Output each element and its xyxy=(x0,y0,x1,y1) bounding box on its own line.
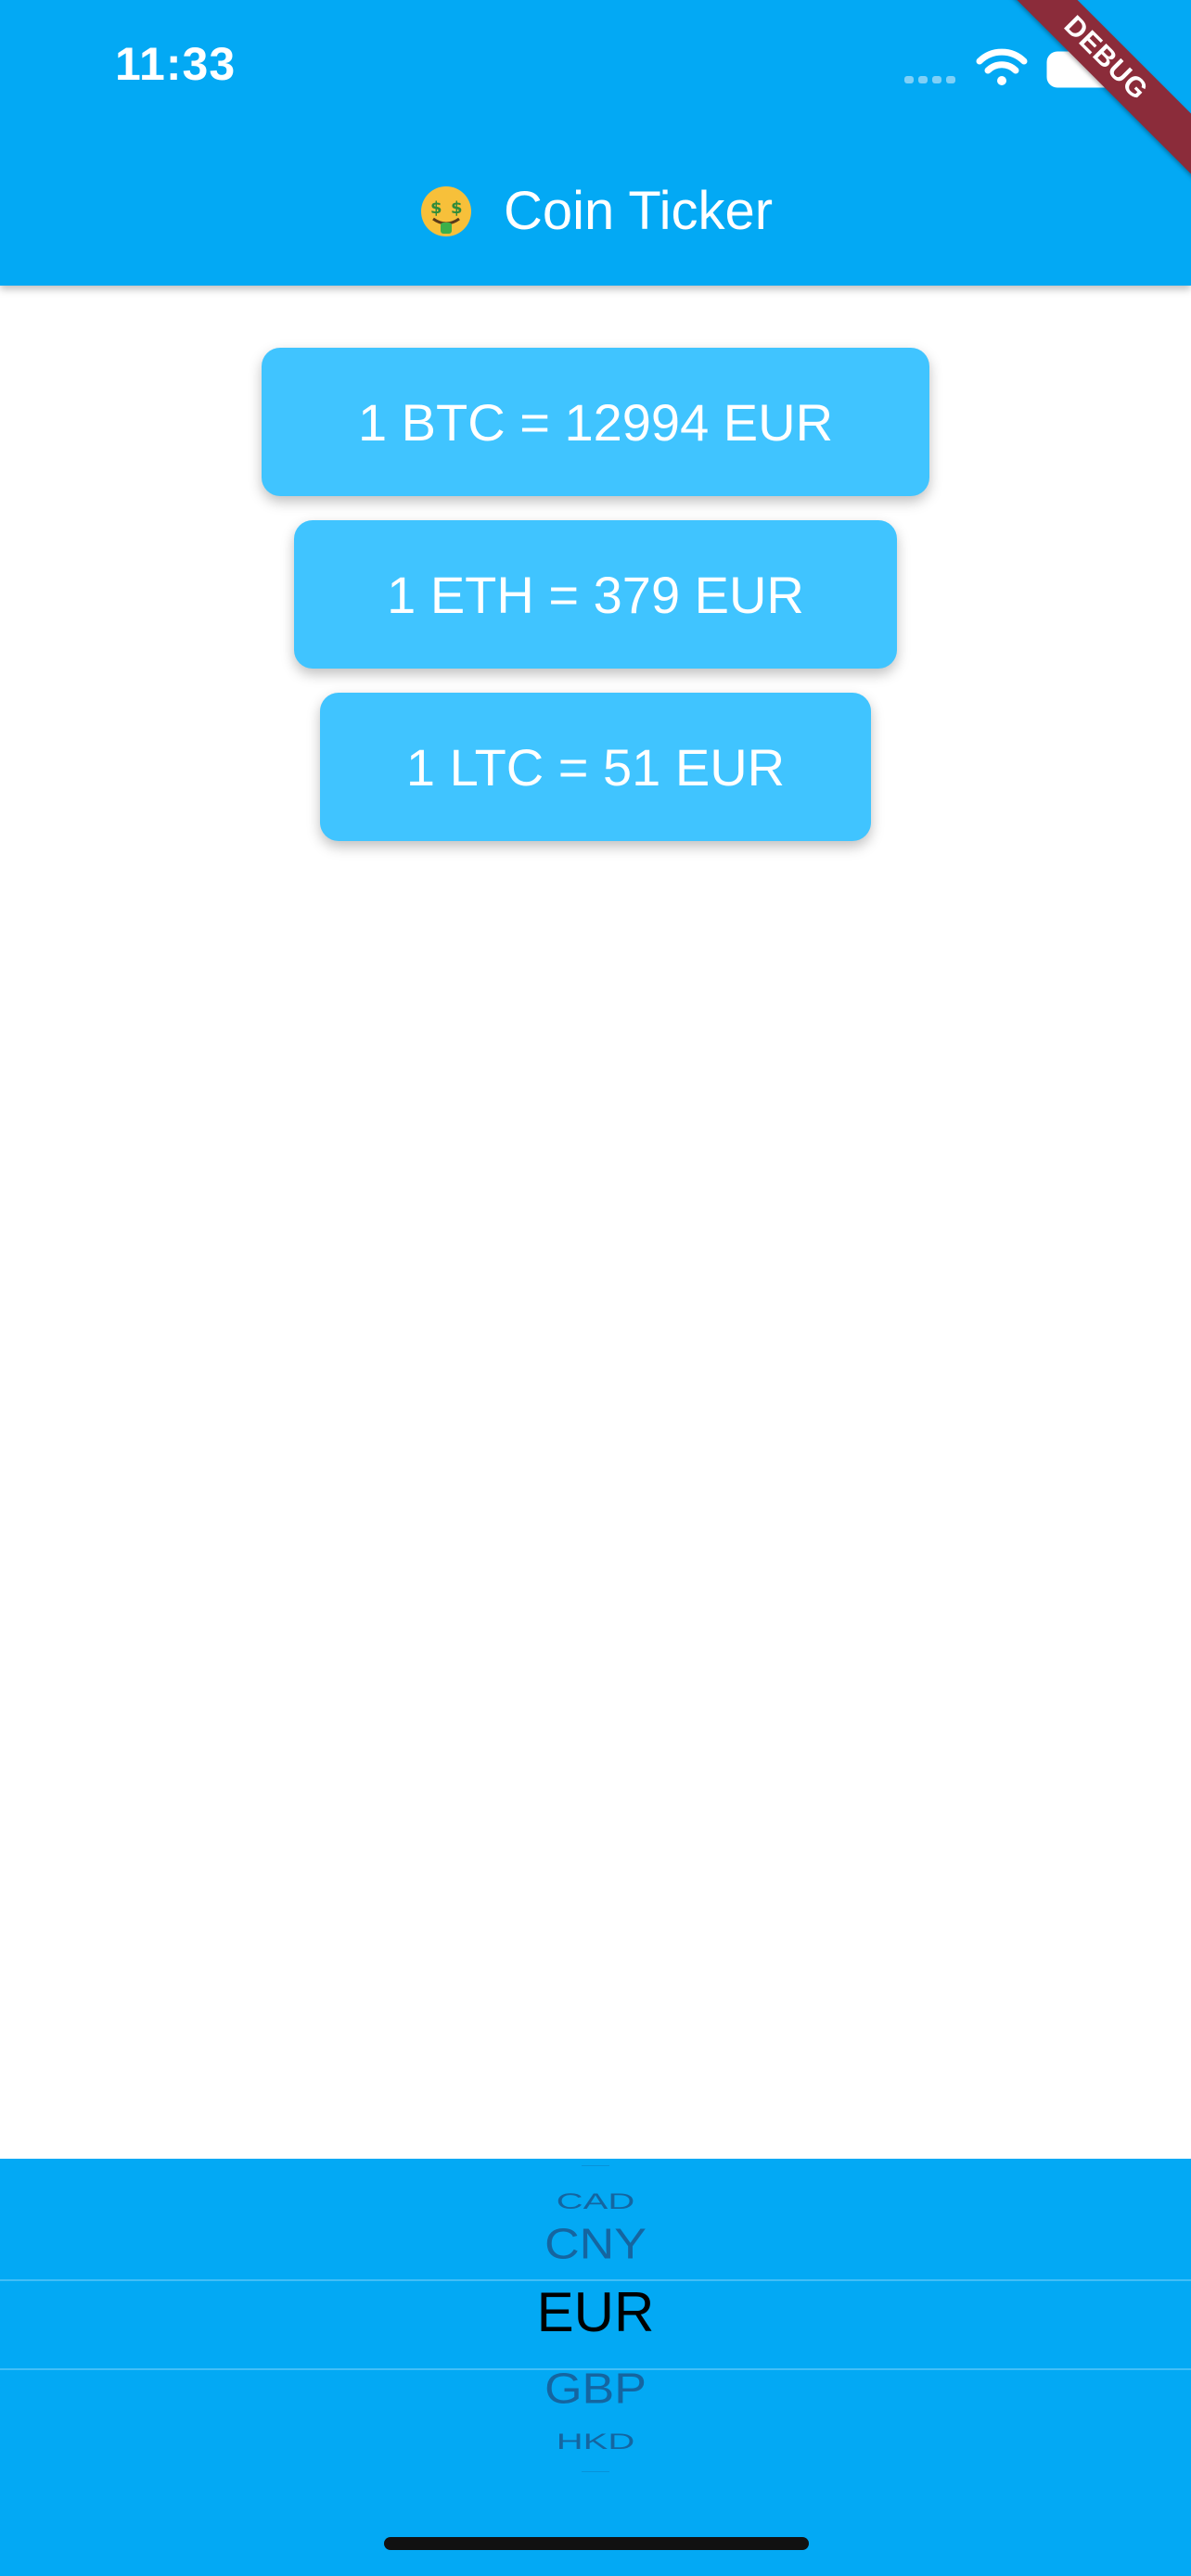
home-indicator xyxy=(384,2537,809,2550)
rate-card-btc: 1 BTC = 12994 EUR xyxy=(262,348,929,496)
svg-text:$: $ xyxy=(451,198,463,218)
app-title-row: $ $ Coin Ticker xyxy=(0,176,1191,242)
wifi-icon xyxy=(976,48,1028,85)
picker-item-partial-bottom: — xyxy=(582,2466,609,2476)
status-time: 11:33 xyxy=(115,38,237,90)
rate-label-btc: 1 BTC = 12994 EUR xyxy=(357,392,834,452)
signal-icon xyxy=(904,76,955,83)
rate-card-ltc: 1 LTC = 51 EUR xyxy=(320,693,871,841)
picker-item-partial-top: — xyxy=(582,2160,609,2171)
picker-item-cny[interactable]: CNY xyxy=(0,2219,1191,2269)
app-bar: 11:33 $ $ Coin Ticker xyxy=(0,0,1191,286)
picker-item-gbp[interactable]: GBP xyxy=(0,2364,1191,2414)
picker-item-cad[interactable]: CAD xyxy=(0,2189,1191,2214)
currency-picker[interactable]: — CAD CNY EUR GBP HKD — xyxy=(0,2159,1191,2576)
svg-text:$: $ xyxy=(430,198,442,218)
picker-item-hkd[interactable]: HKD xyxy=(0,2429,1191,2455)
rate-label-eth: 1 ETH = 379 EUR xyxy=(387,565,804,624)
app-title: Coin Ticker xyxy=(504,181,774,242)
rate-card-eth: 1 ETH = 379 EUR xyxy=(294,520,897,669)
picker-item-eur-selected[interactable]: EUR xyxy=(0,2280,1191,2344)
money-mouth-face-icon: $ $ xyxy=(420,185,471,236)
rate-label-ltc: 1 LTC = 51 EUR xyxy=(405,737,786,797)
